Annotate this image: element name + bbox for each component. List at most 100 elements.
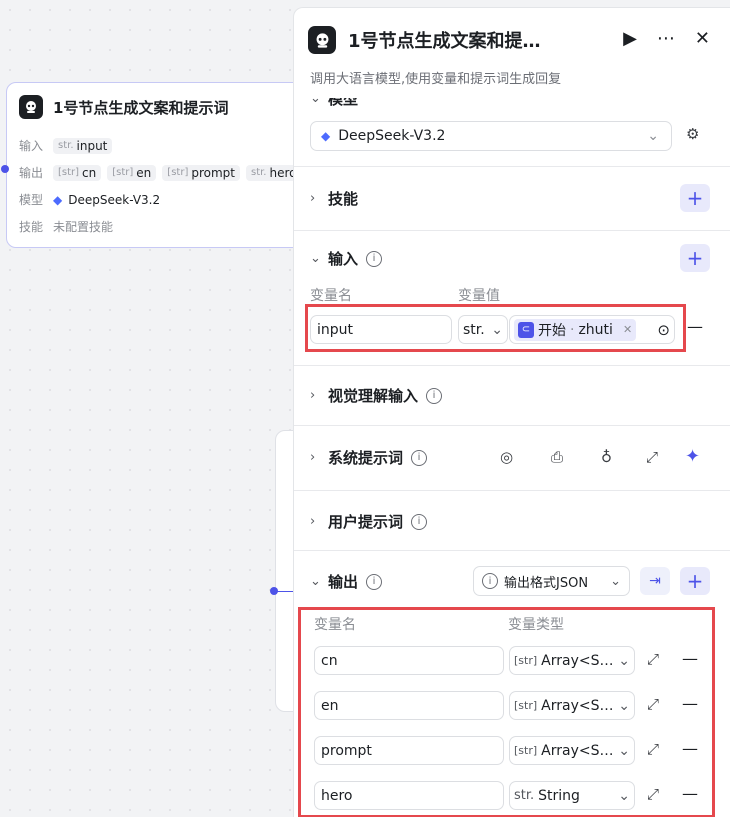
expand-icon[interactable]: ⤢ [647, 650, 659, 668]
remove-output-button[interactable]: — [682, 784, 698, 803]
output-type-value: Array<S… [541, 742, 614, 759]
output-col-type: 变量类型 [508, 617, 564, 633]
node-output-label: 输出 [19, 166, 44, 180]
next-node-port[interactable] [270, 587, 278, 595]
expand-icon[interactable]: ⤢ [646, 448, 658, 466]
node-input-chip: str. input [53, 137, 113, 154]
output-format-select[interactable]: i 输出格式JSON ⌄ [473, 566, 630, 596]
divider [294, 550, 730, 551]
system-prompt-section-header[interactable]: › 系统提示词 i [310, 447, 428, 468]
remove-input-button[interactable]: — [687, 317, 703, 336]
lightbulb-icon[interactable]: ♁ [601, 448, 612, 466]
output-col-name: 变量名 [314, 617, 356, 633]
add-output-button[interactable]: + [680, 567, 710, 595]
input-col-value: 变量值 [458, 288, 500, 304]
node-config-panel: 1号节点生成文案和提… ▶ ⋯ ✕ 调用大语言模型,使用变量和提示词生成回复 ⌄… [293, 7, 730, 817]
ref-var: zhuti [578, 321, 613, 338]
type-icon: [str] [514, 699, 538, 712]
model-section-title: ⌄ 模型 [310, 98, 358, 108]
node-output-chip: [str] cn [53, 164, 102, 181]
model-select[interactable]: ◆ DeepSeek-V3.2 ⌄ [310, 121, 672, 151]
model-select-value: DeepSeek-V3.2 [338, 128, 446, 144]
divider [294, 425, 730, 426]
output-var-name-field[interactable]: en [314, 691, 504, 720]
chevron-down-icon: ⌄ [618, 787, 630, 804]
deepseek-icon: ◆ [53, 192, 63, 207]
node-input-row: 输入 str. input [19, 137, 113, 154]
info-icon[interactable]: i [426, 387, 443, 404]
node-model-label: 模型 [19, 193, 44, 207]
ref-separator: · [570, 321, 575, 338]
output-type-select[interactable]: [str] Array<S… ⌄ [509, 736, 635, 765]
info-icon[interactable]: i [366, 250, 383, 267]
chevron-down-icon: ⌄ [618, 697, 630, 714]
node-model-row: 模型 ◆ DeepSeek-V3.2 [19, 191, 160, 208]
input-section-header[interactable]: ⌄ 输入 i [310, 248, 383, 269]
add-input-button[interactable]: + [680, 244, 710, 272]
output-type-select[interactable]: [str] Array<S… ⌄ [509, 646, 635, 675]
remove-output-button[interactable]: — [682, 739, 698, 758]
input-col-name: 变量名 [310, 288, 352, 304]
panel-actions: ▶ ⋯ ✕ [623, 28, 710, 49]
expand-icon[interactable]: ⤢ [647, 740, 659, 758]
output-var-name-field[interactable]: prompt [314, 736, 504, 765]
template-icon[interactable]: ⎙ [551, 448, 563, 466]
output-type-select[interactable]: [str] Array<S… ⌄ [509, 691, 635, 720]
info-icon[interactable]: i [411, 513, 428, 530]
expand-icon[interactable]: ⤢ [647, 695, 659, 713]
output-section-header[interactable]: ⌄ 输出 i [310, 571, 383, 592]
import-button[interactable]: ⇥ [640, 567, 670, 595]
output-type-select[interactable]: str. String ⌄ [509, 781, 635, 810]
expand-icon[interactable]: ⤢ [647, 785, 659, 803]
clear-icon[interactable]: ✕ [623, 323, 632, 336]
node-skill-value: 未配置技能 [53, 220, 114, 234]
play-icon[interactable]: ▶ [623, 28, 637, 49]
panel-description[interactable]: 调用大语言模型,使用变量和提示词生成回复 [310, 68, 561, 87]
skills-section-label: 技能 [328, 190, 359, 208]
chevron-down-icon: ⌄ [310, 574, 321, 589]
user-prompt-section-header[interactable]: › 用户提示词 i [310, 511, 428, 532]
info-icon[interactable]: i [411, 449, 428, 466]
input-port[interactable] [1, 165, 9, 173]
remove-output-button[interactable]: — [682, 694, 698, 713]
user-prompt-label: 用户提示词 [328, 513, 404, 531]
bot-icon [19, 95, 43, 119]
output-type-value: Array<S… [541, 652, 614, 669]
chevron-down-icon: ⌄ [310, 251, 321, 266]
gear-icon[interactable]: ⚙ [686, 125, 699, 143]
input-var-name-field[interactable]: input [310, 315, 452, 344]
divider [294, 490, 730, 491]
target-icon[interactable]: ⊙ [657, 321, 670, 339]
chevron-down-icon: ⌄ [618, 652, 630, 669]
input-section-label: 输入 [328, 250, 359, 268]
more-icon[interactable]: ⋯ [657, 28, 675, 49]
type-icon: [str] [514, 654, 538, 667]
panel-title[interactable]: 1号节点生成文案和提… [348, 27, 558, 53]
output-var-name-field[interactable]: hero [314, 781, 504, 810]
llm-node-card[interactable]: 1号节点生成文案和提示词 输入 str. input 输出 [str] cn [st… [6, 82, 306, 248]
skills-section-header[interactable]: › 技能 [310, 188, 358, 209]
chevron-down-icon: ⌄ [610, 573, 621, 589]
output-type-value: Array<S… [541, 697, 614, 714]
output-var-name-field[interactable]: cn [314, 646, 504, 675]
close-icon[interactable]: ✕ [695, 28, 710, 49]
start-node-icon: ⊂ [518, 321, 534, 338]
add-skill-button[interactable]: + [680, 184, 710, 212]
info-icon[interactable]: i [366, 573, 383, 590]
node-header: 1号节点生成文案和提示词 [19, 95, 228, 119]
chevron-right-icon: › [310, 450, 316, 465]
chevron-right-icon: › [310, 514, 316, 529]
node-output-chip: [str] en [107, 164, 157, 181]
node-skill-row: 技能 未配置技能 [19, 218, 113, 235]
output-format-value: 输出格式JSON [504, 575, 589, 591]
chevron-right-icon: › [310, 388, 316, 403]
input-ref-value[interactable]: ⊂ 开始 · zhuti ✕ ⊙ [509, 315, 675, 344]
vision-section-header[interactable]: › 视觉理解输入 i [310, 385, 443, 406]
input-type-select[interactable]: str. ⌄ [458, 315, 508, 344]
compass-icon[interactable]: ◎ [500, 448, 513, 466]
sparkle-icon[interactable]: ✦ [685, 446, 700, 467]
node-title: 1号节点生成文案和提示词 [53, 98, 229, 117]
remove-output-button[interactable]: — [682, 649, 698, 668]
output-type-value: String [538, 787, 580, 804]
node-output-chip: [str] prompt [162, 164, 240, 181]
